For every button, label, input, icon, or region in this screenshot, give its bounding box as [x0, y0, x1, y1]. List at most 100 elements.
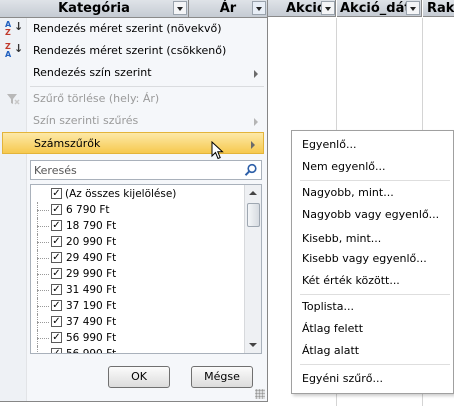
sort-by-color-item[interactable]: Rendezés szín szerint [0, 62, 266, 84]
submenu-item-label: Kisebb vagy egyenlő... [302, 252, 427, 265]
submenu-item-label: Átlag alatt [302, 344, 360, 357]
ok-button[interactable]: OK [108, 366, 170, 388]
sort-by-color-label: Rendezés szín szerint [33, 66, 152, 79]
list-scrollbar[interactable] [244, 185, 261, 353]
clear-filter-label: Szűrő törlése (hely: Ár) [33, 92, 160, 105]
sort-ascending-item[interactable]: A Z ↓ Rendezés méret szerint (növekvő) [0, 18, 266, 40]
sort-ascending-icon: A Z ↓ [5, 20, 24, 37]
ok-button-label: OK [131, 370, 147, 383]
checkbox[interactable]: ✓ [51, 236, 62, 247]
list-item-label: 29 490 Ft [66, 252, 117, 264]
submenu-item-between[interactable]: Két érték között... [302, 271, 400, 291]
checkbox[interactable]: ✓ [51, 300, 62, 311]
submenu-item-label: Egyéni szűrő... [302, 372, 383, 385]
list-item[interactable]: ✓ 56 990 Ft [31, 330, 245, 346]
list-item[interactable]: ✓ 18 790 Ft [31, 218, 245, 234]
list-item[interactable]: ✓ 20 990 Ft [31, 234, 245, 250]
submenu-item-less-or-equal[interactable]: Kisebb vagy egyenlő... [302, 249, 427, 269]
checkbox[interactable]: ✓ [51, 188, 62, 199]
column-header-row: Kategória Ár Akció Akció_dátu Rakt [0, 0, 454, 18]
header-rakt-label: Rakt [427, 1, 454, 16]
number-filters-label: Számszűrők [34, 137, 101, 150]
list-item-select-all[interactable]: ✓ (Az összes kijelölése) [31, 186, 245, 202]
checkbox[interactable]: ✓ [51, 268, 62, 279]
list-item[interactable]: ✓ 31 490 Ft [31, 282, 245, 298]
submenu-item-not-equals[interactable]: Nem egyenlő... [302, 157, 385, 177]
menu-separator [30, 86, 264, 87]
checkbox[interactable]: ✓ [51, 332, 62, 343]
list-item-label: 29 990 Ft [66, 268, 117, 280]
header-kategoria-label: Kategória [58, 1, 130, 16]
list-item-label: (Az összes kijelölése) [65, 188, 177, 200]
submenu-item-label: Két érték között... [302, 274, 400, 287]
sort-descending-item[interactable]: Z A ↓ Rendezés méret szerint (csökkenő) [0, 40, 266, 62]
list-item[interactable]: ✓ 6 790 Ft [31, 202, 245, 218]
scroll-up-icon[interactable] [245, 185, 261, 201]
list-item-label: 37 190 Ft [66, 300, 117, 312]
scroll-down-icon[interactable] [245, 337, 261, 353]
submenu-item-above-average[interactable]: Átlag felett [302, 319, 363, 339]
checkbox[interactable]: ✓ [51, 252, 62, 263]
submenu-arrow-icon [254, 118, 258, 126]
search-icon [244, 163, 258, 177]
submenu-item-label: Toplista... [302, 300, 354, 313]
resize-grip-icon[interactable] [255, 389, 265, 399]
akcio-filter-dropdown-button[interactable] [321, 1, 335, 15]
submenu-item-label: Nagyobb vagy egyenlő... [302, 208, 440, 221]
list-item-label: 56 990 Ft [66, 348, 117, 354]
filter-by-color-item[interactable]: Szín szerinti szűrés [0, 110, 266, 132]
submenu-item-label: Kisebb, mint... [302, 232, 382, 245]
list-item-label: 56 990 Ft [66, 332, 117, 344]
clear-filter-item[interactable]: Szűrő törlése (hely: Ár) [0, 88, 266, 110]
submenu-item-below-average[interactable]: Átlag alatt [302, 341, 359, 361]
checkbox[interactable]: ✓ [51, 284, 62, 295]
sort-descending-label: Rendezés méret szerint (csökkenő) [33, 44, 227, 57]
sort-ascending-label: Rendezés méret szerint (növekvő) [33, 22, 222, 35]
list-item-label: 31 490 Ft [66, 284, 117, 296]
list-item[interactable]: ✓ 37 490 Ft [31, 314, 245, 330]
checkbox[interactable]: ✓ [51, 316, 62, 327]
filter-by-color-label: Szín szerinti szűrés [33, 114, 139, 127]
scroll-thumb[interactable] [247, 203, 260, 227]
submenu-arrow-icon [254, 70, 258, 78]
search-placeholder: Keresés [34, 164, 77, 177]
menu-separator [300, 180, 450, 181]
submenu-item-less-than[interactable]: Kisebb, mint... [302, 229, 381, 249]
list-item-label: 6 790 Ft [66, 204, 110, 216]
akcio-datum-filter-dropdown-button[interactable] [406, 1, 420, 15]
submenu-item-custom-filter[interactable]: Egyéni szűrő... [302, 369, 383, 389]
sort-descending-icon: Z A ↓ [5, 42, 24, 59]
checkbox[interactable]: ✓ [51, 348, 62, 353]
menu-separator [300, 364, 450, 365]
header-rakt[interactable]: Rakt [423, 0, 454, 17]
checkbox[interactable]: ✓ [51, 220, 62, 231]
list-item[interactable]: ✓ 29 490 Ft [31, 250, 245, 266]
submenu-item-greater-or-equal[interactable]: Nagyobb vagy egyenlő... [302, 205, 439, 225]
submenu-arrow-icon [251, 141, 255, 149]
kategoria-filter-dropdown-button[interactable] [173, 1, 187, 15]
header-ar-label: Ár [219, 1, 237, 16]
cancel-button[interactable]: Mégse [191, 366, 253, 388]
header-kategoria[interactable]: Kategória [0, 0, 189, 18]
checkbox[interactable]: ✓ [51, 204, 62, 215]
list-item[interactable]: ✓ 56 990 Ft [31, 346, 245, 354]
list-item[interactable]: ✓ 29 990 Ft [31, 266, 245, 282]
number-filters-submenu: Egyenlő... Nem egyenlő... Nagyobb, mint.… [291, 130, 454, 394]
cancel-button-label: Mégse [204, 370, 240, 383]
ar-filter-dropdown-button[interactable] [252, 1, 266, 15]
search-input[interactable]: Keresés [30, 160, 262, 180]
submenu-item-label: Egyenlő... [302, 138, 357, 151]
list-item-label: 20 990 Ft [66, 236, 117, 248]
submenu-item-equals[interactable]: Egyenlő... [302, 135, 356, 155]
submenu-item-label: Nagyobb, mint... [302, 186, 394, 199]
submenu-item-label: Átlag felett [302, 322, 364, 335]
list-item[interactable]: ✓ 37 190 Ft [31, 298, 245, 314]
list-item-label: 37 490 Ft [66, 316, 117, 328]
value-checklist: ✓ (Az összes kijelölése) ✓ 6 790 Ft ✓ 18 7… [30, 184, 262, 354]
menu-separator [300, 294, 450, 295]
list-item-label: 18 790 Ft [66, 220, 117, 232]
header-akcio-label: Akció [286, 1, 326, 16]
submenu-item-greater-than[interactable]: Nagyobb, mint... [302, 183, 394, 203]
autofilter-menu: A Z ↓ Rendezés méret szerint (növekvő) Z A ↓… [0, 18, 268, 402]
submenu-item-top-ten[interactable]: Toplista... [302, 297, 354, 317]
